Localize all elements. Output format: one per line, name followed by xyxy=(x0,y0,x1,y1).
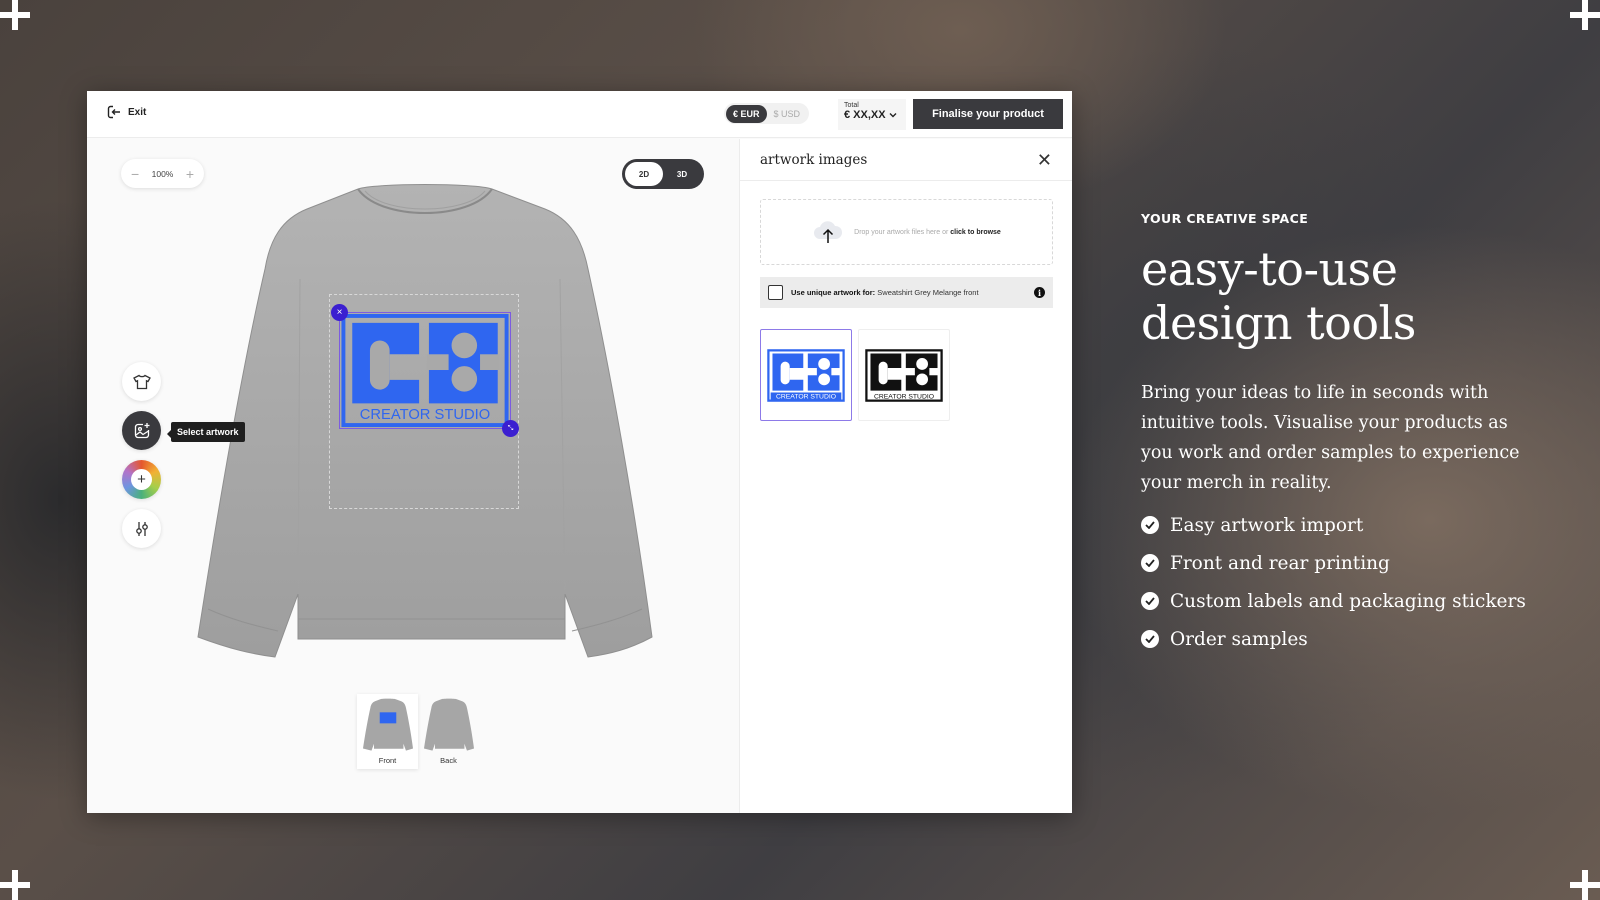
view-thumbnail-front[interactable]: Front xyxy=(357,694,418,769)
chevron-down-icon xyxy=(889,113,897,118)
finalise-product-button[interactable]: Finalise your product xyxy=(913,99,1063,129)
artwork-library: CREATOR STUDIO CREATOR STUDIO xyxy=(760,329,950,421)
feature-item: Front and rear printing xyxy=(1141,544,1541,582)
marketing-copy: YOUR CREATIVE SPACE easy-to-use design t… xyxy=(1141,211,1541,658)
select-artwork-tool-button[interactable] xyxy=(122,411,161,450)
info-icon[interactable]: i xyxy=(1034,287,1045,298)
front-thumbnail-image xyxy=(362,698,413,751)
corner-mark-top-right xyxy=(1570,0,1600,30)
thumbnail-wordmark-black: CREATOR STUDIO xyxy=(874,393,934,400)
corner-mark-bottom-right xyxy=(1570,870,1600,900)
total-dropdown[interactable]: Total € XX,XX xyxy=(838,99,906,130)
cs-logo-blue-thumbnail: CREATOR STUDIO xyxy=(767,348,845,402)
design-tool-window: Exit € EUR $ USD Total € XX,XX Finalise … xyxy=(87,91,1072,813)
image-add-icon xyxy=(134,422,149,438)
headline-line-1: easy-to-use xyxy=(1141,242,1398,296)
check-circle-icon xyxy=(1141,554,1159,572)
dropzone-text: Drop your artwork files here or xyxy=(854,228,951,236)
artwork-card-black[interactable]: CREATOR STUDIO xyxy=(858,329,950,421)
browse-link[interactable]: click to browse xyxy=(950,229,1001,236)
total-value: € XX,XX xyxy=(844,109,886,121)
panel-title: artwork images xyxy=(760,151,868,168)
tshirt-icon xyxy=(132,374,151,389)
feature-label: Easy artwork import xyxy=(1170,514,1364,536)
add-color-tool-button[interactable]: + xyxy=(122,460,161,499)
tool-rail: + xyxy=(122,362,161,548)
corner-mark-top-left xyxy=(0,0,30,30)
feature-item: Order samples xyxy=(1141,620,1541,658)
view-3d-button[interactable]: 3D xyxy=(663,162,701,186)
lede-paragraph: Bring your ideas to life in seconds with… xyxy=(1141,383,1520,493)
cloud-upload-icon xyxy=(814,221,843,243)
view-label-back: Back xyxy=(440,756,457,765)
view-label-front: Front xyxy=(378,756,397,765)
select-artwork-tooltip: Select artwork xyxy=(167,422,245,442)
total-label: Total xyxy=(844,102,859,109)
check-circle-icon xyxy=(1141,592,1159,610)
artwork-dropzone[interactable]: Drop your artwork files here or click to… xyxy=(760,199,1053,265)
cs-logo-artwork: CREATOR STUDIO xyxy=(341,313,509,428)
unique-artwork-checkbox[interactable] xyxy=(768,285,783,300)
unique-artwork-row: Use unique artwork for: Sweatshirt Grey … xyxy=(760,277,1053,308)
exit-label: Exit xyxy=(128,106,147,118)
back-thumbnail-image xyxy=(423,698,474,751)
view-thumbnail-back[interactable]: Back xyxy=(418,694,479,769)
feature-item: Custom labels and packaging stickers xyxy=(1141,582,1541,620)
headline-line-2: design tools xyxy=(1141,296,1416,350)
remove-artwork-button[interactable]: × xyxy=(331,304,348,321)
panel-header: artwork images ✕ xyxy=(740,139,1072,181)
currency-toggle: € EUR $ USD xyxy=(724,103,810,124)
view-thumbnails: Front Back xyxy=(357,694,479,769)
feature-label: Custom labels and packaging stickers xyxy=(1170,590,1526,612)
resize-artwork-handle[interactable]: ⤡ xyxy=(502,420,519,437)
top-bar: Exit € EUR $ USD Total € XX,XX Finalise … xyxy=(87,91,1072,138)
design-canvas: − 100% + 2D 3D CREATOR STUDIO × ⤡ + Sele… xyxy=(87,139,739,813)
artwork-card-blue[interactable]: CREATOR STUDIO xyxy=(760,329,852,421)
feature-list: Easy artwork import Front and rear print… xyxy=(1141,506,1541,658)
unique-artwork-target: Sweatshirt Grey Melange front xyxy=(875,288,979,297)
feature-label: Front and rear printing xyxy=(1170,552,1390,574)
exit-button[interactable]: Exit xyxy=(106,104,146,120)
plus-icon: + xyxy=(131,469,152,490)
headline: easy-to-use design tools xyxy=(1141,242,1541,350)
thumbnail-wordmark-blue: CREATOR STUDIO xyxy=(776,393,836,400)
product-tool-button[interactable] xyxy=(122,362,161,401)
artwork-wordmark: CREATOR STUDIO xyxy=(360,407,490,423)
artwork-panel: artwork images ✕ Drop your artwork files… xyxy=(739,139,1072,813)
currency-eur[interactable]: € EUR xyxy=(726,104,767,123)
currency-usd[interactable]: $ USD xyxy=(767,105,808,123)
eyebrow: YOUR CREATIVE SPACE xyxy=(1141,211,1309,226)
zoom-level: 100% xyxy=(151,168,174,179)
check-circle-icon xyxy=(1141,516,1159,534)
zoom-out-button[interactable]: − xyxy=(131,167,139,181)
adjustments-tool-button[interactable] xyxy=(122,509,161,548)
unique-artwork-label: Use unique artwork for: xyxy=(791,288,876,297)
corner-mark-bottom-left xyxy=(0,870,30,900)
feature-label: Order samples xyxy=(1170,628,1308,650)
cs-logo-black-thumbnail: CREATOR STUDIO xyxy=(865,348,943,402)
sliders-icon xyxy=(135,521,148,536)
close-icon[interactable]: ✕ xyxy=(1037,151,1052,169)
exit-icon xyxy=(107,105,120,119)
check-circle-icon xyxy=(1141,630,1159,648)
feature-item: Easy artwork import xyxy=(1141,506,1541,544)
placed-artwork[interactable]: CREATOR STUDIO xyxy=(339,312,511,429)
